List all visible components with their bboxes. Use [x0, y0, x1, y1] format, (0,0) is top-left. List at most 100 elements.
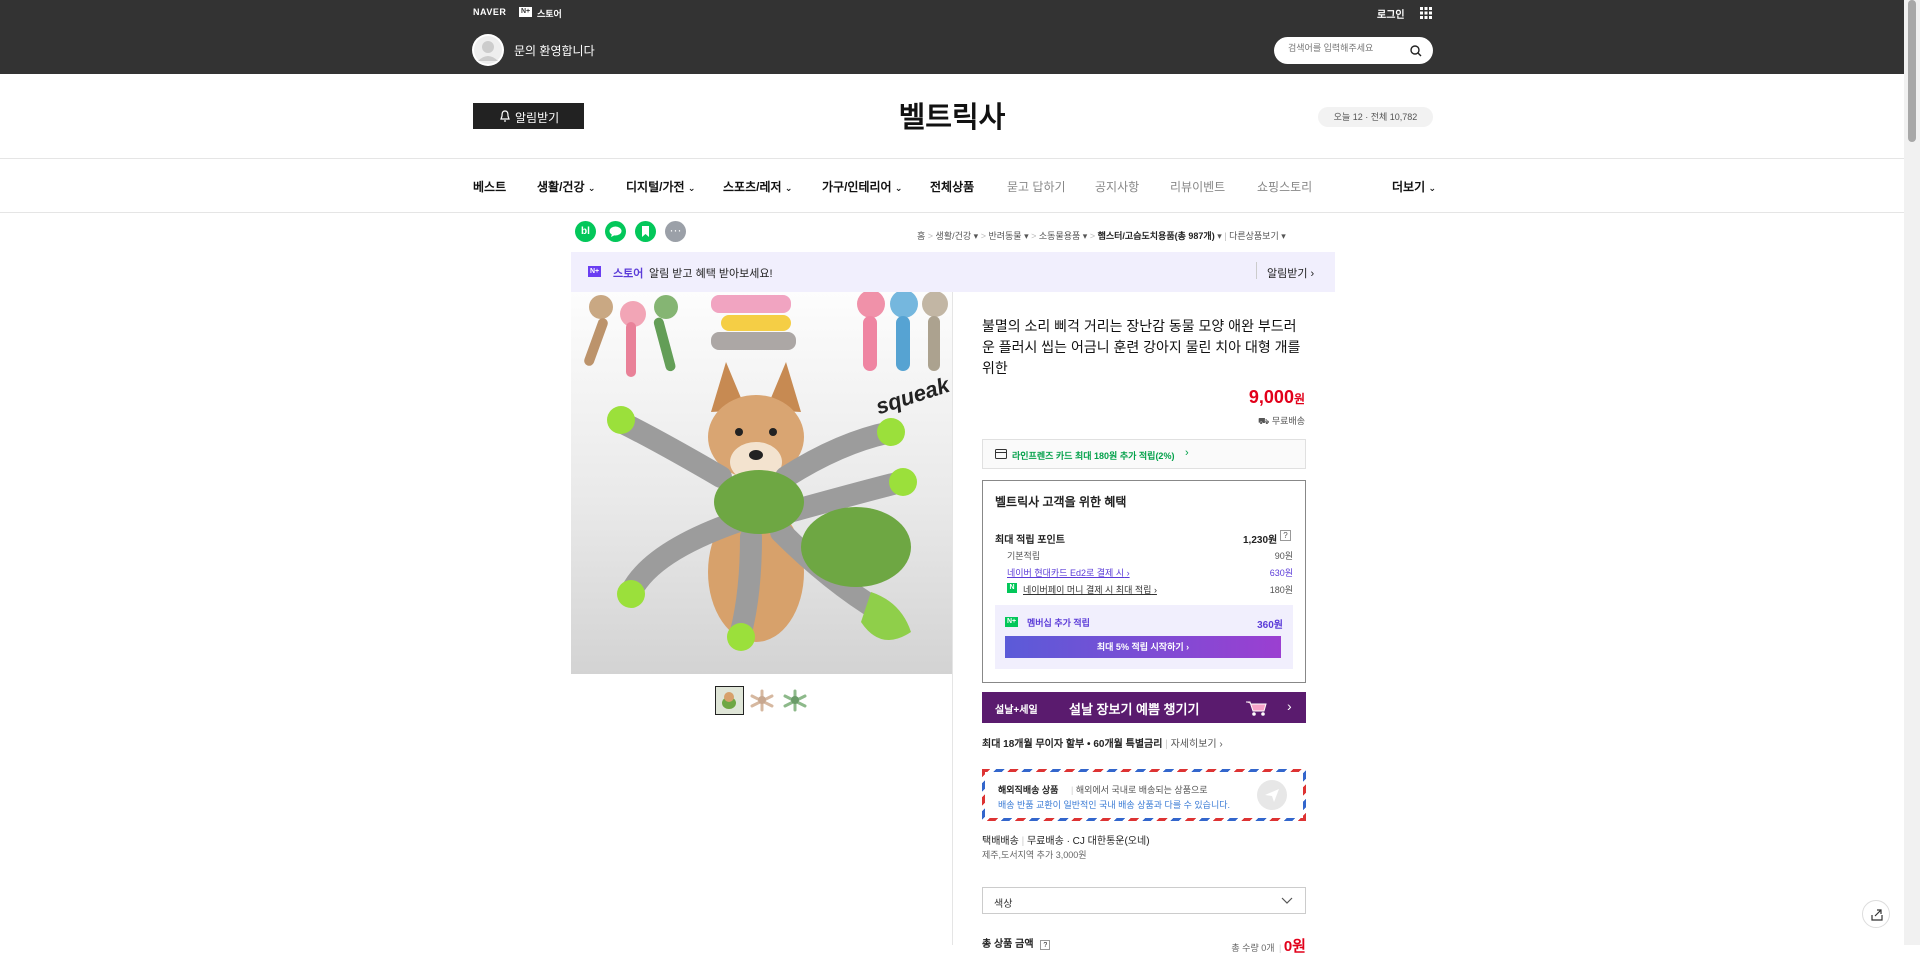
npay-label: 네이버페이 머니 결제 시 최대 적립	[1023, 585, 1152, 595]
chevron-right-icon: ›	[1185, 447, 1189, 459]
nav-living-label: 생활/건강	[537, 180, 585, 194]
search-icon[interactable]	[1410, 45, 1422, 57]
divider	[1256, 262, 1257, 279]
nav-shopping-story[interactable]: 쇼핑스토리	[1257, 178, 1312, 195]
thumbnail-2[interactable]	[748, 686, 777, 715]
sale-banner[interactable]: 설날+세일 설날 장보기 예쁨 챙기기 ›	[982, 692, 1306, 723]
crumb-other-products[interactable]: 다른상품보기	[1229, 231, 1279, 241]
hyundai-card-label: 네이버 현대카드 Ed2로 결제 시	[1007, 568, 1125, 578]
search-box[interactable]	[1274, 37, 1433, 64]
basic-points-label: 기본적립	[1007, 551, 1041, 561]
chevron-down-icon: ⌄	[1428, 183, 1437, 193]
chevron-right-icon: ›	[1310, 268, 1315, 280]
overseas-desc2: 배송 반품 교환이 일반적인 국내 배송 상품과 다를 수 있습니다.	[998, 800, 1231, 810]
total-price: 0원	[1283, 938, 1306, 955]
price-value: 9,000	[1248, 387, 1294, 407]
nav-qna[interactable]: 묻고 답하기	[1007, 178, 1066, 195]
talk-icon[interactable]	[605, 221, 626, 242]
chevron-down-icon: ⌄	[894, 183, 903, 193]
nav-all-products[interactable]: 전체상품	[930, 178, 974, 195]
nplus-badge: N+	[1005, 617, 1019, 627]
membership-box: N+ 멤버십 추가 적립 360원 최대 5% 적립 시작하기 ›	[995, 605, 1293, 669]
crumb-hamster[interactable]: 햄스터/고슴도치용품(총 987개)	[1098, 231, 1215, 241]
chevron-down-icon	[1281, 897, 1293, 905]
help-icon[interactable]: ?	[1040, 940, 1051, 950]
shopping-cart-icon	[1244, 699, 1268, 716]
max-points-value: 1,230원	[1243, 535, 1278, 546]
login-link[interactable]: 로그인	[1377, 6, 1405, 21]
overseas-shipping-box: 해외직배송 상품 | 해외에서 국내로 배송되는 상품으로 배송 반품 교환이 …	[982, 769, 1306, 821]
delivery-extra: 제주,도서지역 추가 3,000원	[982, 850, 1087, 860]
bookmark-icon[interactable]	[635, 221, 656, 242]
product-title: 불멸의 소리 삐걱 거리는 장난감 동물 모양 애완 부드러운 플러시 씹는 어…	[982, 318, 1301, 376]
store-link[interactable]: 스토어	[537, 7, 562, 20]
installment-detail-label: 자세히보기	[1170, 739, 1217, 750]
membership-value: 360원	[1257, 620, 1283, 631]
divider	[0, 212, 1904, 213]
total-price-row: 총 수량 0개 | 0원	[1231, 938, 1306, 955]
share-icon	[1870, 908, 1884, 922]
installment-detail-link[interactable]: 자세히보기 ›	[1171, 739, 1223, 750]
card-promo-text: 라인프렌즈 카드 최대 180원 추가 적립(2%)	[1012, 451, 1175, 461]
membership-label: 멤버십 추가 적립	[1027, 618, 1090, 628]
scrollbar-thumb[interactable]	[1908, 0, 1916, 142]
delivery-label: 택배배송	[982, 836, 1019, 847]
plane-icon	[1257, 780, 1287, 810]
nplus-badge: N+	[519, 7, 533, 17]
crumb-pet[interactable]: 반려동물	[988, 231, 1021, 241]
shipping-badge: ⛟ 무료배송	[1230, 414, 1305, 428]
benefit-title: 벨트릭사 고객을 위한 혜택	[995, 495, 1127, 509]
floating-share-button[interactable]	[1862, 900, 1890, 928]
product-main-image[interactable]: squeak	[571, 292, 952, 674]
card-promo[interactable]: 라인프렌즈 카드 최대 180원 추가 적립(2%) ›	[982, 439, 1306, 469]
delivery-value: 무료배송 · CJ 대한통운(오네)	[1026, 836, 1150, 847]
apps-grid-icon[interactable]	[1420, 7, 1432, 19]
nav-digital[interactable]: 디지털/가전 ⌄	[626, 178, 695, 195]
blog-share-icon[interactable]: bl	[575, 221, 596, 242]
thumbnail-1[interactable]	[715, 686, 744, 715]
total-label-row: 총 상품 금액 ?	[982, 935, 1051, 950]
store-avatar[interactable]	[472, 34, 504, 66]
overseas-desc1: | 해외에서 국내로 배송되는 상품으로	[1071, 785, 1208, 795]
nav-digital-label: 디지털/가전	[626, 180, 685, 194]
basic-points-value: 90원	[1274, 551, 1293, 561]
welcome-text: 문의 환영합니다	[514, 44, 595, 58]
store-title[interactable]: 벨트릭사	[899, 102, 1006, 134]
crumb-living[interactable]: 생활/건강	[936, 231, 972, 241]
nav-sports[interactable]: 스포츠/레저 ⌄	[723, 178, 792, 195]
nav-furniture[interactable]: 가구/인테리어 ⌄	[822, 178, 902, 195]
npay-link[interactable]: 네이버페이 머니 결제 시 최대 적립 ›	[1023, 583, 1157, 596]
naver-logo[interactable]: NAVER	[473, 7, 506, 17]
visitor-count: 오늘 12 · 전체 10,782	[1318, 107, 1433, 127]
breadcrumb: 홈 > 생활/건강 ▾ > 반려동물 ▾ > 소동물용품 ▾ > 햄스터/고슴도…	[917, 231, 1286, 241]
noti-alarm-link[interactable]: 알림받기 ›	[1267, 265, 1314, 281]
nav-sports-label: 스포츠/레저	[723, 180, 782, 194]
card-icon	[995, 449, 1007, 459]
hyundai-card-value: 630원	[1269, 568, 1293, 578]
benefit-box: 벨트릭사 고객을 위한 혜택 최대 적립 포인트 1,230원 ? 기본적립 9…	[982, 480, 1306, 683]
store-noti-banner: N+ 스토어 알림 받고 혜택 받아보세요! 알림받기 ›	[571, 252, 1335, 292]
more-share-icon[interactable]: ···	[665, 221, 686, 242]
help-icon[interactable]: ?	[1280, 530, 1291, 541]
price: 9,000원	[1180, 387, 1305, 408]
nav-more-label: 더보기	[1392, 180, 1426, 194]
sale-tag: 설날+세일	[995, 705, 1038, 716]
hyundai-card-link[interactable]: 네이버 현대카드 Ed2로 결제 시 ›	[1007, 566, 1130, 579]
nav-more[interactable]: 더보기 ⌄	[1392, 178, 1436, 195]
nav-best[interactable]: 베스트	[473, 178, 506, 195]
chevron-down-icon: ⌄	[687, 183, 696, 193]
nplus-badge: N+	[588, 266, 602, 277]
crumb-small-animal[interactable]: 소동물용품	[1039, 231, 1080, 241]
installment-text: 최대 18개월 무이자 할부 • 60개월 특별금리	[982, 739, 1163, 750]
delivery-row: 택배배송 | 무료배송 · CJ 대한통운(오네)	[982, 836, 1150, 847]
installment-row: 최대 18개월 무이자 할부 • 60개월 특별금리 | 자세히보기 ›	[982, 739, 1223, 750]
thumbnail-3[interactable]	[781, 686, 810, 715]
search-input[interactable]	[1288, 43, 1408, 53]
nav-living[interactable]: 생활/건강 ⌄	[537, 178, 595, 195]
nav-notice[interactable]: 공지사항	[1095, 178, 1139, 195]
start-membership-button[interactable]: 최대 5% 적립 시작하기 ›	[1005, 636, 1281, 658]
nav-furniture-label: 가구/인테리어	[822, 180, 892, 194]
sale-text: 설날 장보기 예쁨 챙기기	[1069, 702, 1200, 717]
color-option-select[interactable]: 색상	[982, 887, 1306, 914]
nav-review-event[interactable]: 리뷰이벤트	[1170, 178, 1225, 195]
